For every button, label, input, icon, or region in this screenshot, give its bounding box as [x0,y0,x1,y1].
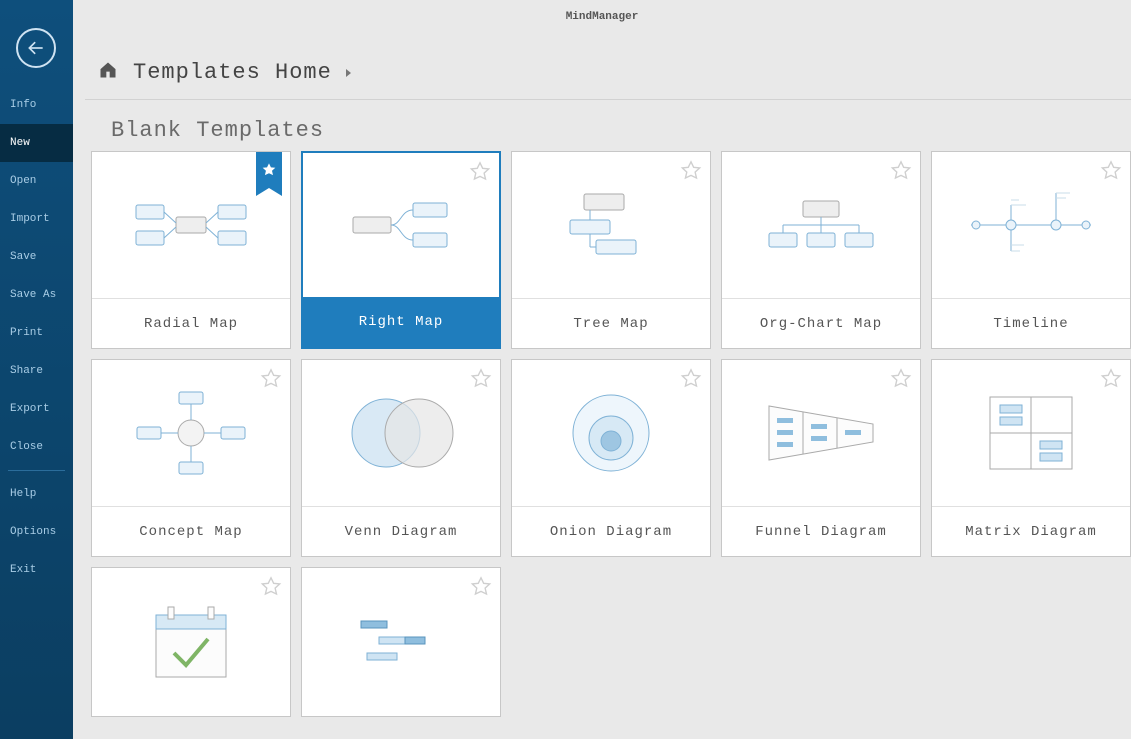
app-title: MindManager [73,0,1131,30]
template-label: Timeline [932,298,1130,348]
star-icon[interactable] [890,160,912,187]
template-label: Right Map [303,297,499,347]
back-button[interactable] [16,28,56,68]
sidebar-item-info[interactable]: Info [0,86,73,124]
star-icon[interactable] [470,368,492,395]
sidebar-item-export[interactable]: Export [0,390,73,428]
sidebar-item-share[interactable]: Share [0,352,73,390]
sidebar-item-help[interactable]: Help [0,475,73,513]
template-card-funnel[interactable]: Funnel Diagram [721,359,921,557]
template-card-gantt[interactable] [301,567,501,717]
sidebar-item-open[interactable]: Open [0,162,73,200]
sidebar-item-saveas[interactable]: Save As [0,276,73,314]
template-label: Onion Diagram [512,506,710,556]
sidebar: Info New Open Import Save Save As Print … [0,0,73,739]
breadcrumb[interactable]: Templates Home [85,30,1131,100]
template-card-tree[interactable]: Tree Map [511,151,711,349]
breadcrumb-label: Templates Home [133,60,332,85]
star-icon[interactable] [890,368,912,395]
star-icon[interactable] [260,368,282,395]
template-label: Funnel Diagram [722,506,920,556]
templates-grid: Radial Map Right Map Tree Map Org-Chart … [73,151,1131,717]
sidebar-item-close[interactable]: Close [0,428,73,466]
template-label: Radial Map [92,298,290,348]
sidebar-separator [8,470,65,471]
sidebar-item-save[interactable]: Save [0,238,73,276]
chevron-right-icon [346,69,351,77]
sidebar-item-new[interactable]: New [0,124,73,162]
home-icon[interactable] [97,60,119,85]
star-icon[interactable] [1100,160,1122,187]
template-card-venn[interactable]: Venn Diagram [301,359,501,557]
template-card-onion[interactable]: Onion Diagram [511,359,711,557]
template-label: Matrix Diagram [932,506,1130,556]
template-card-radial[interactable]: Radial Map [91,151,291,349]
section-title: Blank Templates [111,118,1131,143]
template-card-org[interactable]: Org-Chart Map [721,151,921,349]
star-icon[interactable] [469,161,491,188]
star-icon[interactable] [1100,368,1122,395]
favorite-ribbon-icon[interactable] [256,152,282,188]
sidebar-item-print[interactable]: Print [0,314,73,352]
star-icon[interactable] [680,368,702,395]
star-icon[interactable] [470,576,492,603]
star-icon[interactable] [260,576,282,603]
sidebar-item-exit[interactable]: Exit [0,551,73,589]
template-card-concept[interactable]: Concept Map [91,359,291,557]
template-label: Venn Diagram [302,506,500,556]
star-icon[interactable] [680,160,702,187]
template-label: Org-Chart Map [722,298,920,348]
template-card-timeline[interactable]: Timeline [931,151,1131,349]
template-card-calendar[interactable] [91,567,291,717]
main-area: MindManager Templates Home Blank Templat… [73,0,1131,739]
template-card-right[interactable]: Right Map [301,151,501,349]
template-label: Concept Map [92,506,290,556]
template-card-matrix[interactable]: Matrix Diagram [931,359,1131,557]
sidebar-item-options[interactable]: Options [0,513,73,551]
sidebar-item-import[interactable]: Import [0,200,73,238]
template-label: Tree Map [512,298,710,348]
